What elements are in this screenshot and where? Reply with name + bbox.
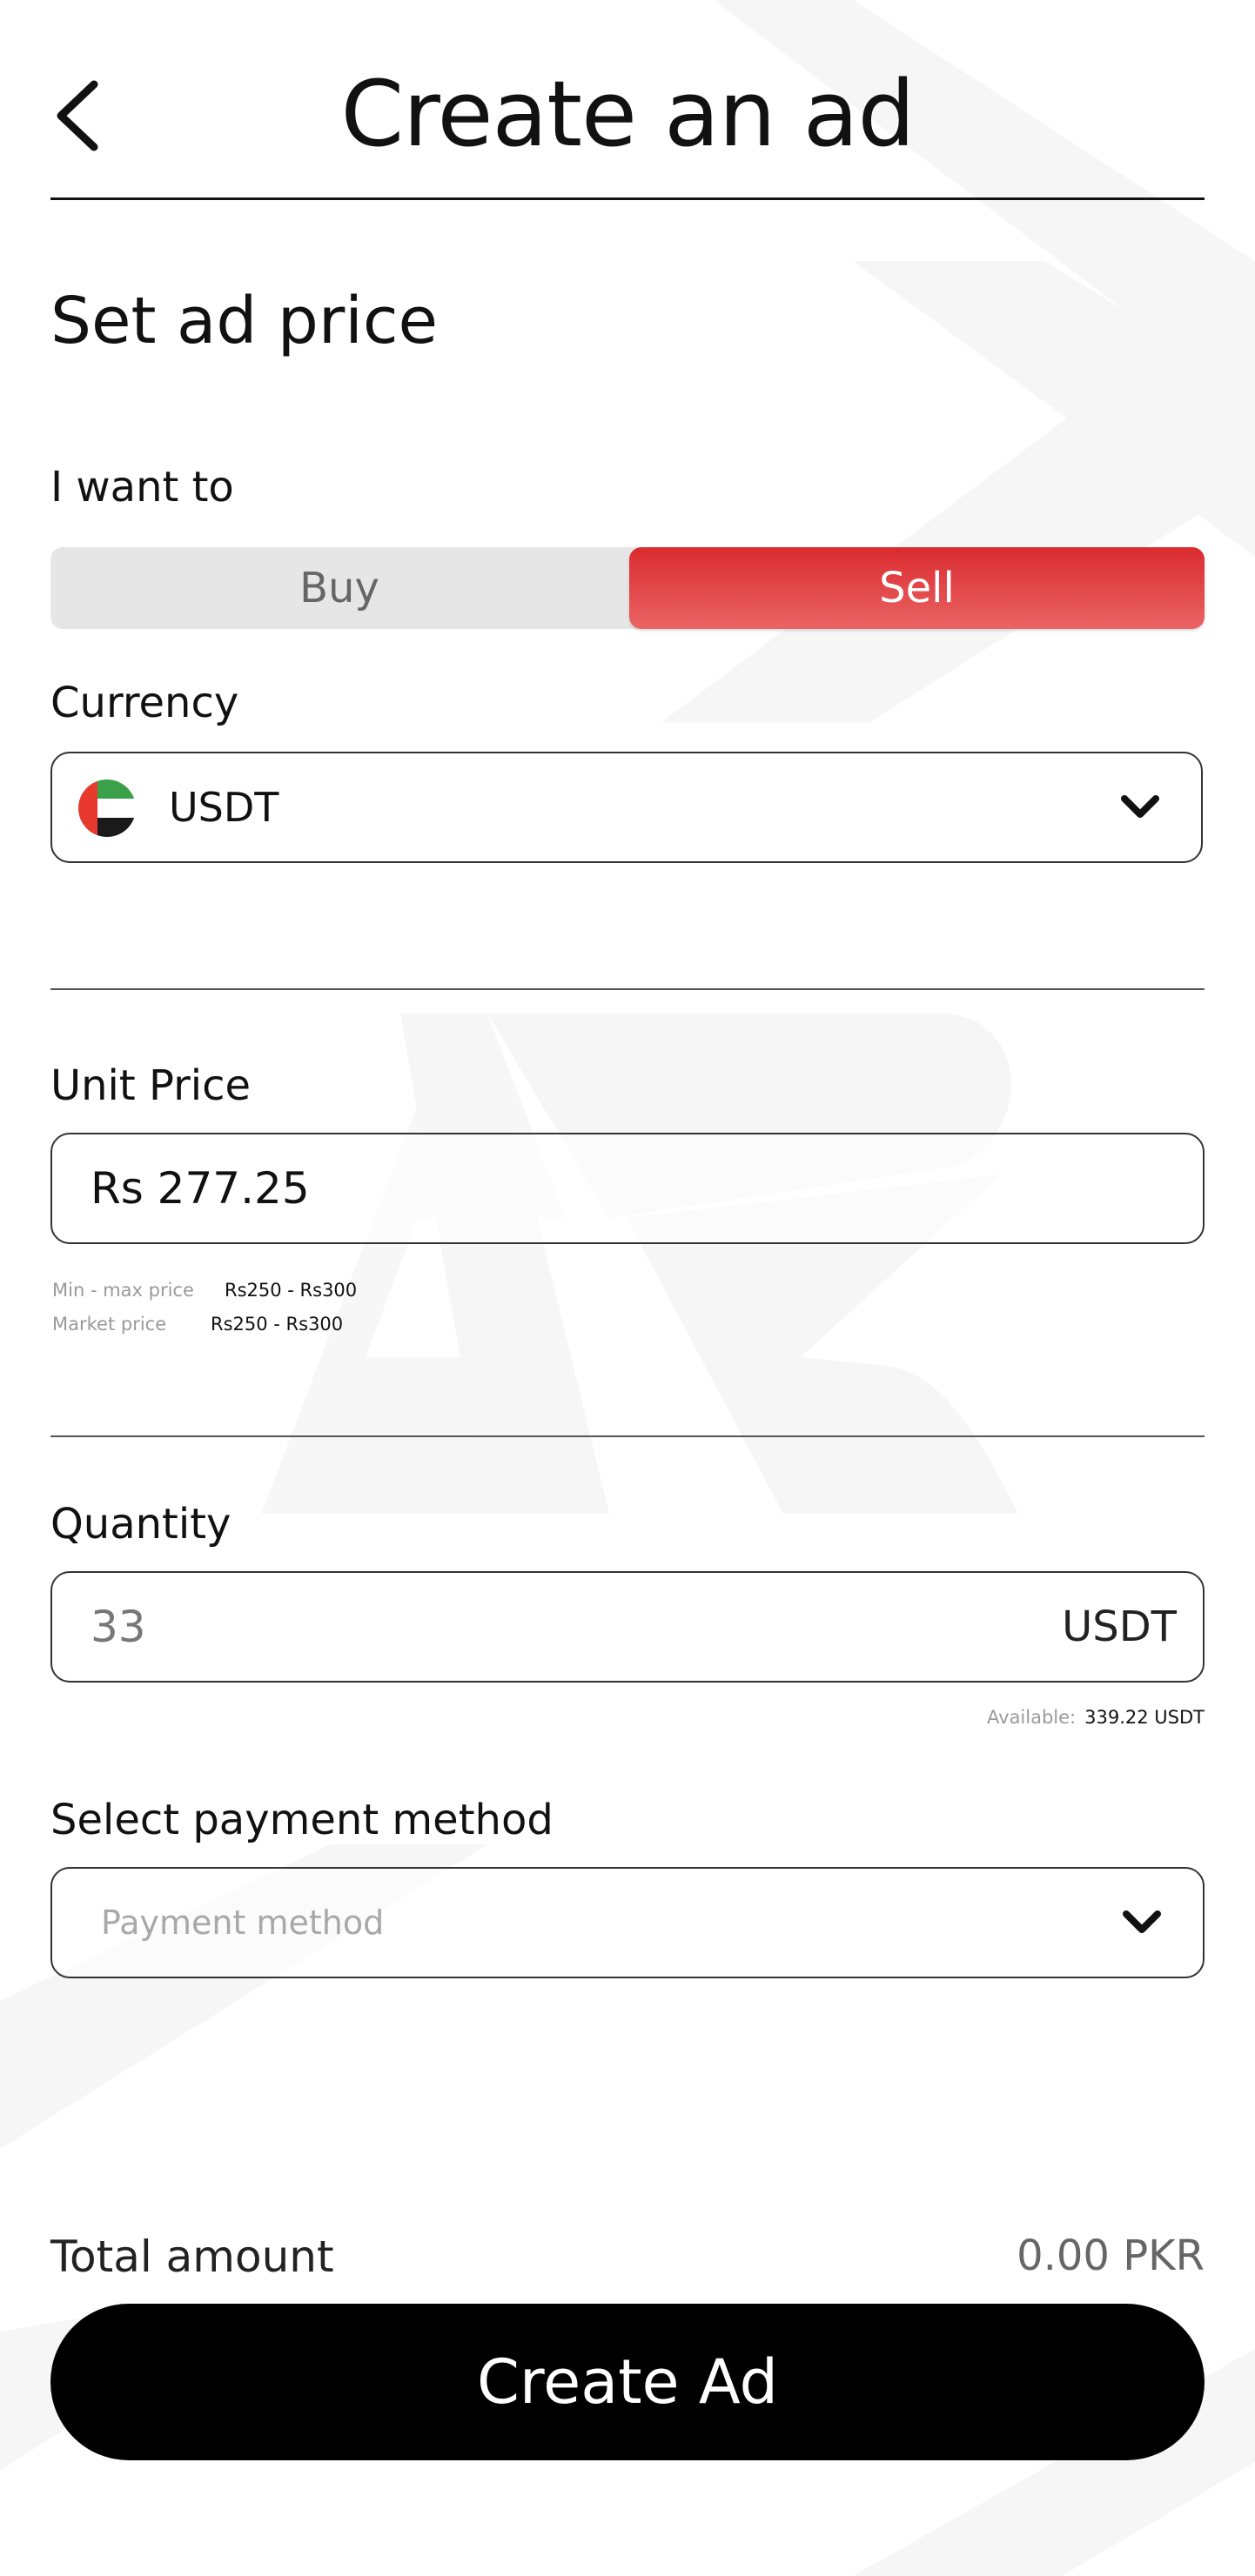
payment-method-label: Select payment method xyxy=(50,1796,554,1844)
section-divider xyxy=(50,1435,1205,1437)
currency-value: USDT xyxy=(169,784,279,831)
payment-method-select[interactable]: Payment method xyxy=(50,1867,1205,1978)
buy-sell-toggle: Buy Sell xyxy=(50,547,1205,629)
quantity-label: Quantity xyxy=(50,1500,232,1549)
quantity-placeholder: 33 xyxy=(91,1602,146,1652)
quantity-field[interactable]: 33 USDT xyxy=(50,1571,1205,1683)
market-price-label: Market price xyxy=(52,1314,167,1335)
chevron-down-icon[interactable] xyxy=(1119,788,1161,826)
currency-select[interactable]: USDT xyxy=(50,752,1203,863)
available-label: Available: xyxy=(987,1707,1077,1728)
page-title: Create an ad xyxy=(340,61,915,167)
market-price-value: Rs250 - Rs300 xyxy=(211,1314,344,1335)
create-ad-button[interactable]: Create Ad xyxy=(50,2304,1205,2460)
section-divider xyxy=(50,988,1205,990)
available-value: 339.22 USDT xyxy=(1084,1707,1205,1728)
chevron-down-icon[interactable] xyxy=(1121,1904,1163,1942)
minmax-price-value: Rs250 - Rs300 xyxy=(225,1280,358,1301)
section-title: Set ad price xyxy=(50,284,439,358)
header-divider xyxy=(50,197,1205,200)
quantity-unit: USDT xyxy=(1062,1602,1177,1651)
buy-option[interactable]: Buy xyxy=(50,547,628,629)
trade-side-label: I want to xyxy=(50,463,234,512)
total-amount-label: Total amount xyxy=(50,2231,334,2282)
payment-method-placeholder: Payment method xyxy=(101,1904,385,1942)
unit-price-field[interactable]: Rs 277.25 xyxy=(50,1133,1205,1244)
available-balance: Available: 339.22 USDT xyxy=(987,1707,1205,1728)
unit-price-label: Unit Price xyxy=(50,1061,252,1110)
currency-label: Currency xyxy=(50,679,239,727)
total-amount-value: 0.00 PKR xyxy=(1017,2231,1205,2280)
minmax-price-label: Min - max price xyxy=(52,1280,194,1301)
sell-option[interactable]: Sell xyxy=(629,547,1205,629)
uae-flag-icon xyxy=(78,779,136,837)
unit-price-value: Rs 277.25 xyxy=(91,1163,310,1214)
